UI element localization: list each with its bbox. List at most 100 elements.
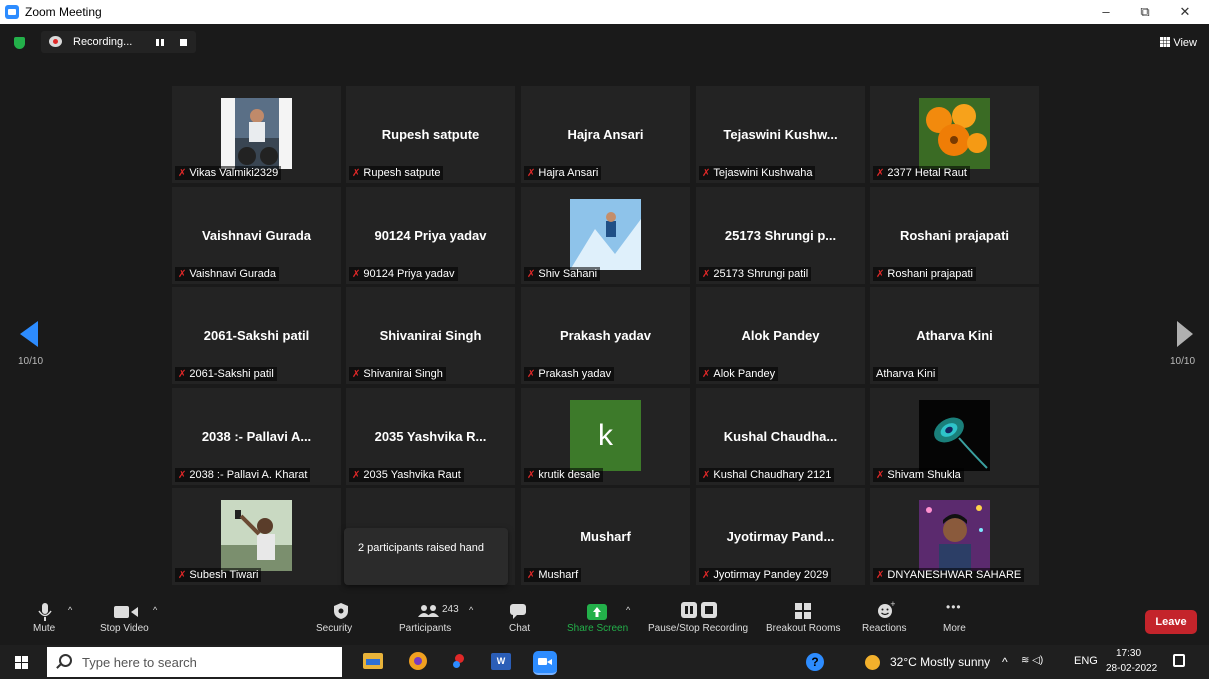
participant-tile[interactable]: ✗ 2377 Hetal Raut xyxy=(870,86,1039,183)
pause-stop-recording-button[interactable]: Pause/Stop Recording xyxy=(648,623,748,634)
muted-mic-icon: ✗ xyxy=(702,470,711,481)
participant-tile[interactable]: Tejaswini Kushw... ✗ Tejaswini Kushwaha xyxy=(696,86,865,183)
participant-tile[interactable]: Atharva Kini Atharva Kini xyxy=(870,287,1039,384)
more-dots-icon[interactable]: ••• xyxy=(946,600,962,614)
browser-icon[interactable] xyxy=(409,652,427,670)
participant-nameplate: ✗ 90124 Priya yadav xyxy=(349,267,458,281)
video-options-chevron-icon[interactable]: ^ xyxy=(153,605,157,615)
participant-nameplate: ✗ Roshani prajapati xyxy=(873,267,977,281)
participant-tile[interactable]: Shivanirai Singh ✗ Shivanirai Singh xyxy=(346,287,515,384)
muted-mic-icon: ✗ xyxy=(527,570,536,581)
meeting-toolbar: ^ Mute ^ Stop Video Security 243 ^ Parti… xyxy=(0,597,1209,645)
view-button[interactable]: View xyxy=(1160,37,1197,49)
participant-display-name: Musharf xyxy=(580,529,631,544)
pause-recording-icon[interactable] xyxy=(156,39,164,46)
reactions-button[interactable]: Reactions xyxy=(862,623,906,634)
search-placeholder: Type here to search xyxy=(82,655,197,670)
participant-tile[interactable]: ✗ Shivam Shukla xyxy=(870,388,1039,485)
participant-display-name: Tejaswini Kushw... xyxy=(723,127,838,142)
close-button[interactable]: ✕ xyxy=(1170,2,1200,22)
participant-tile[interactable]: Roshani prajapati ✗ Roshani prajapati xyxy=(870,187,1039,284)
participant-nameplate: ✗ 2038 :- Pallavi A. Kharat xyxy=(175,468,311,482)
muted-mic-icon: ✗ xyxy=(702,369,711,380)
network-volume-icons[interactable]: ≋ ◁) xyxy=(1021,655,1043,666)
participant-tile[interactable]: Rupesh satpute ✗ Rupesh satpute xyxy=(346,86,515,183)
chat-button[interactable]: Chat xyxy=(509,623,530,634)
participant-tile[interactable]: 2035 Yashvika R... ✗ 2035 Yashvika Raut xyxy=(346,388,515,485)
participants-options-chevron-icon[interactable]: ^ xyxy=(469,605,473,615)
mute-button[interactable]: Mute xyxy=(33,623,55,634)
breakout-rooms-button[interactable]: Breakout Rooms xyxy=(766,623,840,634)
participant-tile[interactable]: Musharf ✗ Musharf xyxy=(521,488,690,585)
microphone-icon[interactable] xyxy=(38,603,52,623)
participant-tile[interactable]: ✗ Vikas Valmiki2329 xyxy=(172,86,341,183)
participant-tile[interactable]: 90124 Priya yadav ✗ 90124 Priya yadav xyxy=(346,187,515,284)
muted-mic-icon: ✗ xyxy=(702,269,711,280)
paint-app-icon[interactable] xyxy=(451,652,467,670)
minimize-button[interactable]: – xyxy=(1091,2,1121,22)
participant-nameplate: ✗ Kushal Chaudhary 2121 xyxy=(699,468,835,482)
language-indicator[interactable]: ENG xyxy=(1074,655,1098,667)
participant-nameplate: ✗ Rupesh satpute xyxy=(349,166,444,180)
video-camera-icon[interactable] xyxy=(114,606,138,618)
clock-date[interactable]: 28-02-2022 xyxy=(1106,663,1157,674)
participants-icon[interactable] xyxy=(418,605,440,617)
participant-name: Shiv Sahani xyxy=(538,268,598,280)
stop-video-button[interactable]: Stop Video xyxy=(100,623,149,634)
participant-tile[interactable]: ✗ Shiv Sahani xyxy=(521,187,690,284)
participant-tile[interactable]: Alok Pandey ✗ Alok Pandey xyxy=(696,287,865,384)
security-shield-icon[interactable] xyxy=(14,37,25,49)
security-icon[interactable] xyxy=(334,603,348,619)
pause-recording-button-icon[interactable] xyxy=(681,602,697,618)
file-explorer-icon[interactable] xyxy=(363,653,383,669)
participant-display-name: 2038 :- Pallavi A... xyxy=(201,429,312,444)
weather-text[interactable]: 32°C Mostly sunny xyxy=(890,655,990,669)
participant-name: 90124 Priya yadav xyxy=(363,268,455,280)
windows-start-icon[interactable] xyxy=(15,656,28,669)
participant-nameplate: ✗ Vikas Valmiki2329 xyxy=(175,166,282,180)
word-icon[interactable]: W xyxy=(491,653,511,670)
participant-name: Musharf xyxy=(538,569,579,581)
participant-tile[interactable]: Vaishnavi Gurada ✗ Vaishnavi Gurada xyxy=(172,187,341,284)
participants-button[interactable]: Participants xyxy=(399,623,451,634)
participant-name: 25173 Shrungi patil xyxy=(713,268,809,280)
participant-display-name: Vaishnavi Gurada xyxy=(201,228,312,243)
breakout-rooms-icon[interactable] xyxy=(795,603,811,619)
share-screen-button[interactable]: Share Screen xyxy=(567,623,628,634)
security-button[interactable]: Security xyxy=(316,623,352,634)
participant-tile[interactable]: Hajra Ansari ✗ Hajra Ansari xyxy=(521,86,690,183)
taskbar-search-input[interactable]: Type here to search xyxy=(47,647,342,677)
participant-tile[interactable]: 2061-Sakshi patil ✗ 2061-Sakshi patil xyxy=(172,287,341,384)
stop-recording-button-icon[interactable] xyxy=(701,602,717,618)
participant-tile[interactable]: 25173 Shrungi p... ✗ 25173 Shrungi patil xyxy=(696,187,865,284)
participant-tile[interactable]: Kushal Chaudha... ✗ Kushal Chaudhary 2121 xyxy=(696,388,865,485)
help-icon[interactable]: ? xyxy=(806,653,824,671)
participant-name: Vaishnavi Gurada xyxy=(189,268,277,280)
reactions-smiley-icon[interactable]: + xyxy=(877,601,895,619)
leave-button[interactable]: Leave xyxy=(1145,610,1197,634)
tray-expand-icon[interactable]: ^ xyxy=(1002,655,1008,669)
zoom-taskbar-icon[interactable] xyxy=(533,651,557,675)
next-page-arrow-icon[interactable] xyxy=(1177,321,1193,347)
mute-options-chevron-icon[interactable]: ^ xyxy=(68,605,72,615)
participant-name: krutik desale xyxy=(538,469,601,481)
chat-icon[interactable] xyxy=(510,604,526,619)
raised-hand-tooltip: 2 participants raised hand xyxy=(344,528,508,585)
share-options-chevron-icon[interactable]: ^ xyxy=(626,605,630,615)
participant-tile[interactable]: Prakash yadav ✗ Prakash yadav xyxy=(521,287,690,384)
clock-time[interactable]: 17:30 xyxy=(1116,648,1141,659)
participant-name: Prakash yadav xyxy=(538,368,612,380)
participant-tile[interactable]: ✗ Subesh Tiwari xyxy=(172,488,341,585)
participant-display-name: 2035 Yashvika R... xyxy=(374,429,487,444)
participant-tile[interactable]: 2038 :- Pallavi A... ✗ 2038 :- Pallavi A. … xyxy=(172,388,341,485)
notification-center-icon[interactable] xyxy=(1173,654,1185,667)
maximize-button[interactable]: ⧉ xyxy=(1130,2,1160,22)
participant-name: Tejaswini Kushwaha xyxy=(713,167,813,179)
participant-tile[interactable]: ✗ DNYANESHWAR SAHARE xyxy=(870,488,1039,585)
stop-recording-icon[interactable] xyxy=(180,39,187,46)
participant-tile[interactable]: k ✗ krutik desale xyxy=(521,388,690,485)
participant-tile[interactable]: Jyotirmay Pand... ✗ Jyotirmay Pandey 2029 xyxy=(696,488,865,585)
share-screen-icon[interactable] xyxy=(587,604,607,620)
previous-page-arrow-icon[interactable] xyxy=(20,321,38,347)
more-button[interactable]: More xyxy=(943,623,966,634)
